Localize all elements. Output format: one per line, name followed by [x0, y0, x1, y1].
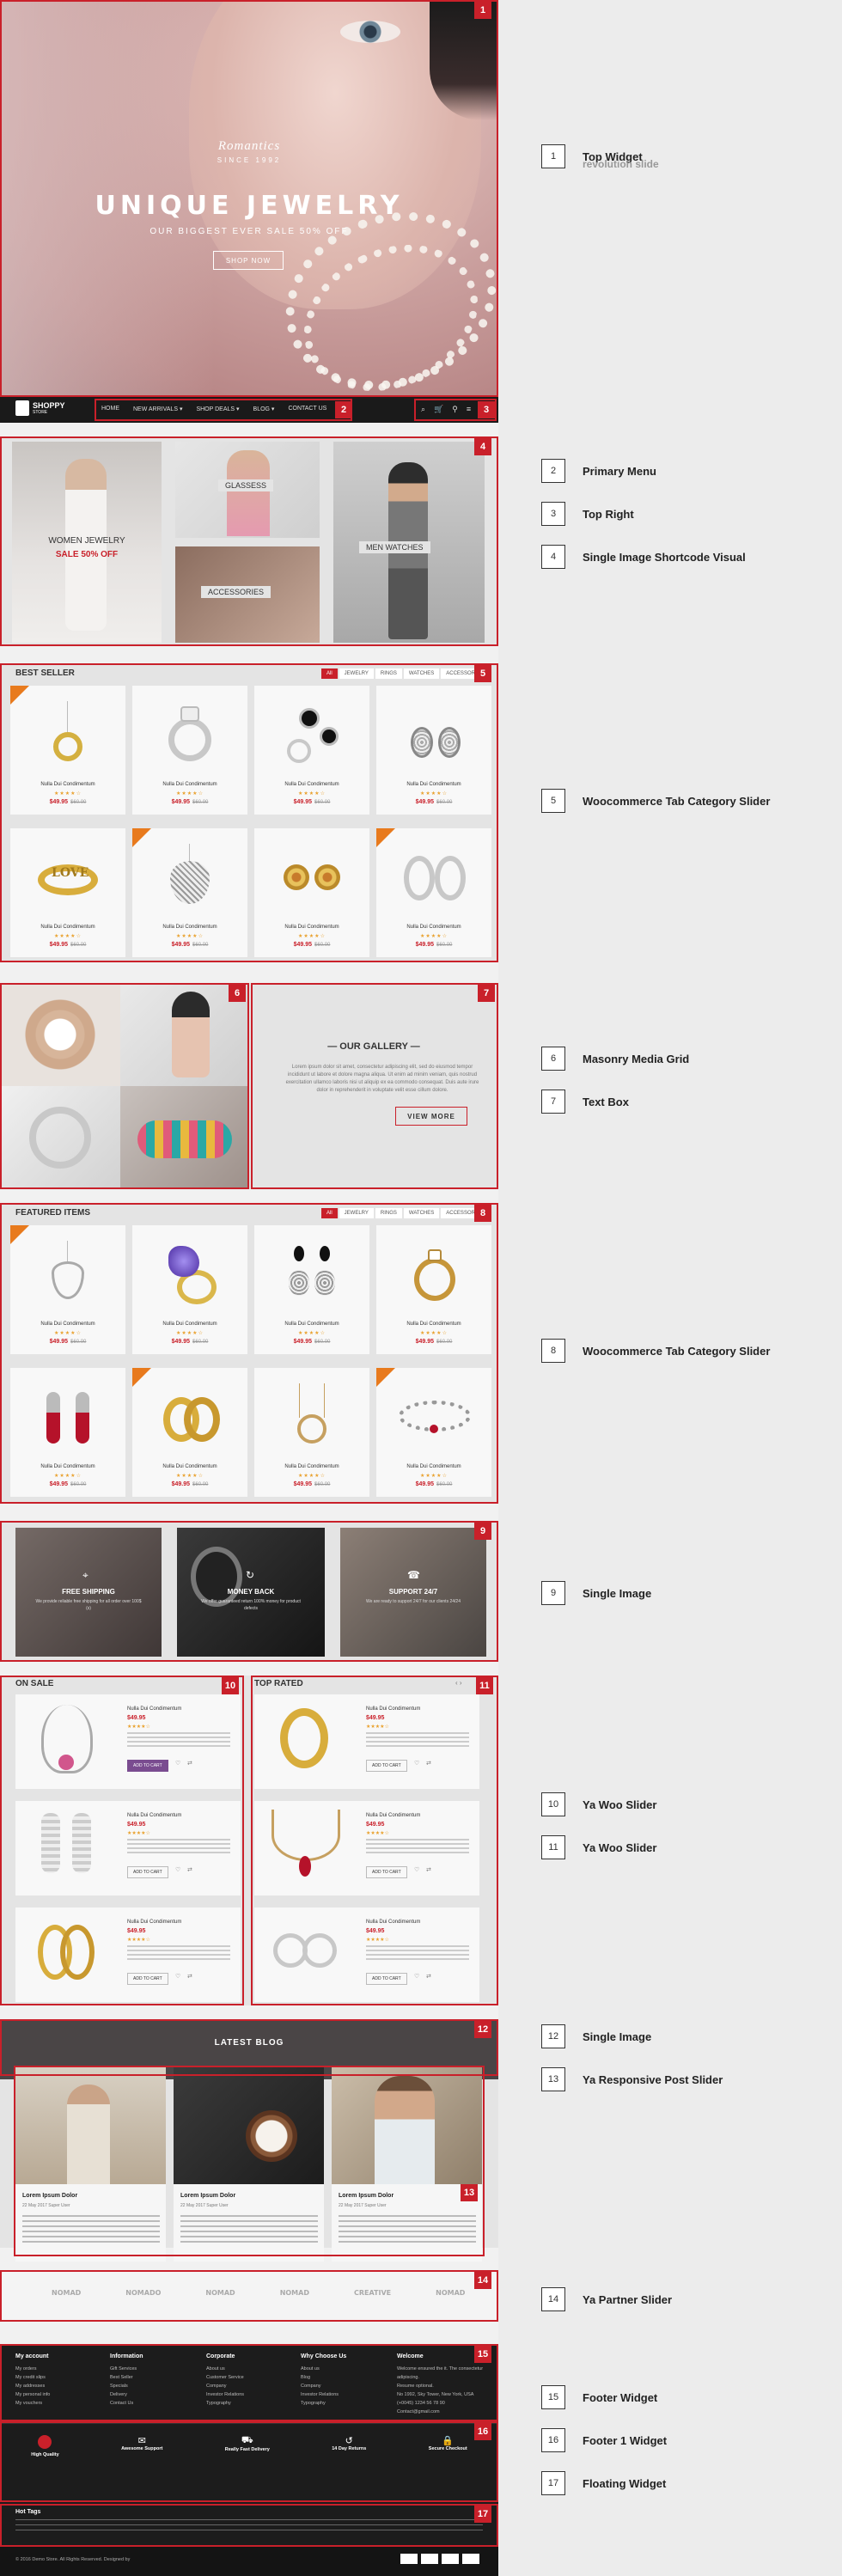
label-floating-widget: 17 Floating Widget: [541, 2471, 666, 2495]
mastercard-icon: [421, 2554, 438, 2564]
payment-icons: [400, 2554, 479, 2564]
label-text-box: 7 Text Box: [541, 1090, 629, 1114]
label-top-widget: 1 Top Widget revolution slide: [541, 144, 659, 170]
label-ya-woo-slider-1: 10 Ya Woo Slider: [541, 1792, 656, 1816]
label-primary-menu: 2 Primary Menu: [541, 459, 656, 483]
visa-icon: [400, 2554, 418, 2564]
label-footer-widget: 15 Footer Widget: [541, 2385, 657, 2409]
copyright: © 2016 Demo Store. All Rights Reserved. …: [15, 2557, 131, 2562]
label-footer-1-widget: 16 Footer 1 Widget: [541, 2428, 667, 2452]
label-masonry-grid: 6 Masonry Media Grid: [541, 1047, 689, 1071]
label-partner-slider: 14 Ya Partner Slider: [541, 2287, 672, 2311]
shopping-bag-icon: [15, 400, 29, 416]
paypal-icon: [442, 2554, 459, 2564]
label-single-image-shortcode: 4 Single Image Shortcode Visual: [541, 545, 746, 569]
label-post-slider: 13 Ya Responsive Post Slider: [541, 2067, 723, 2091]
label-single-image-1: 9 Single Image: [541, 1581, 651, 1605]
page-column: Romantics SINCE 1992 UNIQUE JEWELRY OUR …: [0, 0, 498, 2576]
label-ya-woo-slider-2: 11 Ya Woo Slider: [541, 1835, 656, 1859]
logo[interactable]: SHOPPY STORE: [15, 400, 65, 416]
label-woo-tab-slider-1: 5 Woocommerce Tab Category Slider: [541, 789, 770, 813]
marker-1: 1: [474, 2, 491, 19]
label-single-image-2: 12 Single Image: [541, 2024, 651, 2048]
amex-icon: [462, 2554, 479, 2564]
label-top-right: 3 Top Right: [541, 502, 634, 526]
label-woo-tab-slider-2: 8 Woocommerce Tab Category Slider: [541, 1339, 770, 1363]
